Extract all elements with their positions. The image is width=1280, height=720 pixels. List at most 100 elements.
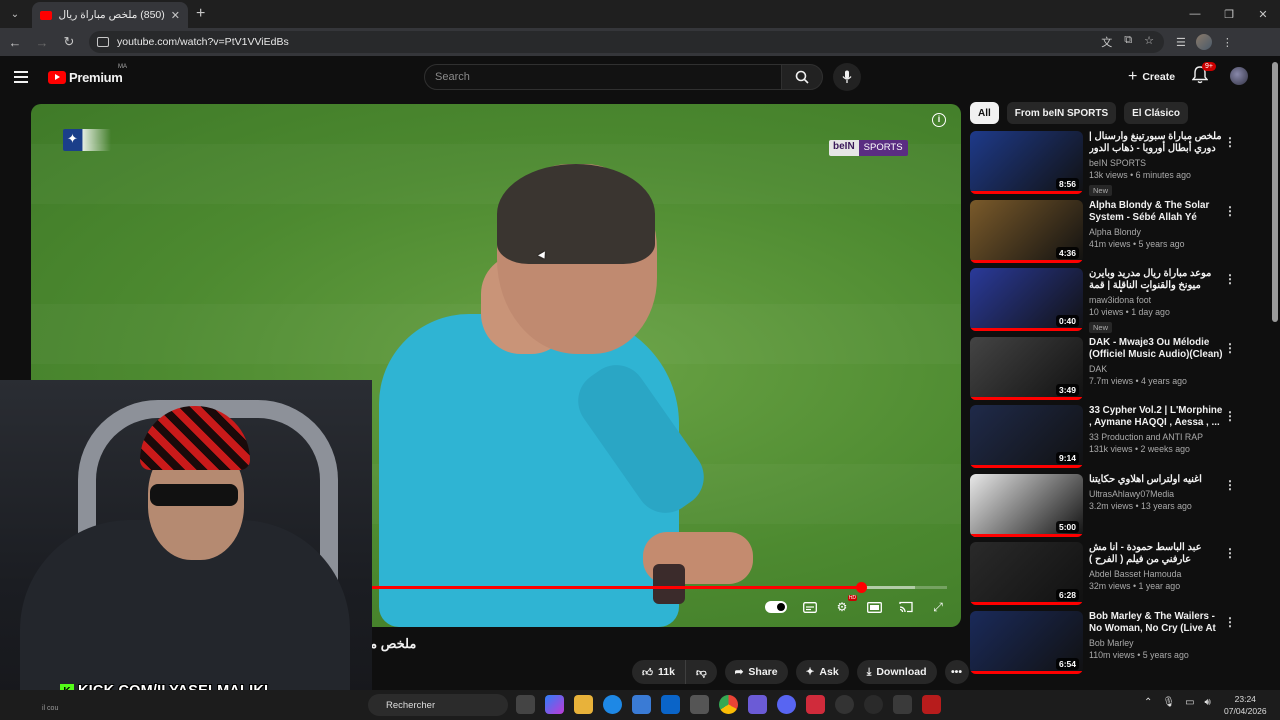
search-button[interactable] [781,64,823,90]
ask-button[interactable]: ✦ Ask [795,660,849,684]
settings-gear-icon[interactable]: ⚙ HD [833,595,857,616]
chip-from-bein-sports[interactable]: From beIN SPORTS [1006,102,1117,124]
address-bar[interactable]: youtube.com/watch?v=PtV1VViEdBs 文 ⧉ ☆ [89,31,1164,53]
video-title[interactable]: اغنيه اولتراس اهلاوي حكايتنا [1089,474,1224,486]
tab-list-button[interactable]: ⌄ [4,4,26,24]
channel-name[interactable]: Bob Marley [1089,638,1224,648]
bookmark-star-icon[interactable]: ☆ [1144,34,1154,50]
install-icon[interactable]: ⧉ [1124,34,1132,50]
outlook-icon[interactable] [661,695,680,714]
subtitles-icon[interactable] [801,598,819,616]
hamburger-menu-icon[interactable] [14,65,38,89]
page-scrollbar[interactable] [1272,62,1278,322]
like-button[interactable]: 👍︎ 11k [632,660,686,684]
cast-icon[interactable] [897,598,915,616]
video-title[interactable]: عبد الباسط حمودة - أنا مش عارفني من فيلم… [1089,542,1224,566]
discord-icon[interactable] [777,695,796,714]
more-vertical-icon[interactable]: ⋮ [1224,272,1236,286]
restore-button[interactable]: ❐ [1212,0,1246,28]
video-thumbnail[interactable]: 9:14 [970,405,1083,468]
copilot-icon[interactable] [545,695,564,714]
channel-name[interactable]: beIN SPORTS [1089,158,1224,168]
video-title[interactable]: 33 Cypher Vol.2 | L'Morphine , Aymane HA… [1089,405,1224,429]
account-avatar[interactable] [1230,67,1248,85]
more-vertical-icon[interactable]: ⋮ [1224,204,1236,218]
video-thumbnail[interactable]: 4:36 [970,199,1083,263]
task-view-icon[interactable] [516,695,535,714]
microphone-tray-icon[interactable]: 🎙︎ [1162,697,1175,708]
close-window-button[interactable]: ✕ [1246,0,1280,28]
channel-name[interactable]: Abdel Basset Hamouda [1089,569,1224,579]
gamepad-icon[interactable] [748,695,767,714]
video-thumbnail[interactable]: 8:56 [970,131,1083,194]
youtube-premium-logo[interactable]: Premium MA [48,64,127,85]
browser-tab-active[interactable]: (850) ملخص مباراة ريال مدريد و ✕ [32,2,188,28]
chrome-icon[interactable] [719,695,738,714]
more-vertical-icon[interactable]: ⋮ [1224,409,1236,423]
site-info-icon[interactable] [97,37,109,47]
volume-icon[interactable]: 🔊︎ [1205,697,1211,708]
chip-el-clasico[interactable]: El Clásico [1124,102,1188,124]
edge-icon[interactable] [603,695,622,714]
video-title[interactable]: ملخص مباراة سبورتينغ وأرسنال | دوري أبطا… [1089,131,1224,155]
app-icon[interactable] [690,695,709,714]
dislike-button[interactable]: 👎︎ [685,660,717,684]
notifications-button[interactable]: 9+ [1191,62,1216,86]
tray-chevron-icon[interactable]: ⌃ [1144,697,1152,708]
voice-search-button[interactable] [833,63,861,91]
info-icon[interactable]: i [932,113,946,127]
more-vertical-icon[interactable]: ⋮ [1224,341,1236,355]
search-box[interactable] [424,64,782,90]
channel-name[interactable]: 33 Production and ANTI RAP [1089,432,1224,442]
video-thumbnail[interactable]: 5:00 [970,473,1083,537]
video-title[interactable]: Alpha Blondy & The Solar System - Sébé A… [1089,200,1224,224]
video-thumbnail[interactable]: 6:28 [970,542,1083,605]
terminal-icon[interactable] [893,695,912,714]
taskbar-search[interactable]: Rechercher [368,694,508,716]
recording-app-icon[interactable] [922,695,941,714]
channel-name[interactable]: DAK [1089,364,1224,374]
translate-icon[interactable]: 文 [1101,34,1112,50]
reading-list-icon[interactable]: ☰ [1176,36,1186,49]
close-tab-icon[interactable]: ✕ [171,9,180,22]
theater-mode-icon[interactable] [865,598,883,616]
recommended-video[interactable]: 5:00 اغنيه اولتراس اهلاوي حكايتنا UltrasAh… [970,473,1250,543]
recommended-video[interactable]: 0:40 موعد مباراة ريال مدريد وبايرن ميونخ … [970,268,1250,337]
capture-icon[interactable] [864,695,883,714]
network-icon[interactable]: ▭ [1185,697,1194,708]
video-title[interactable]: Bob Marley & The Wailers - No Woman, No … [1089,611,1224,635]
url-text[interactable]: youtube.com/watch?v=PtV1VViEdBs [117,36,1101,48]
scrubber-handle[interactable] [856,582,868,593]
fullscreen-icon[interactable]: ⤢ [929,598,947,616]
download-button[interactable]: ⤓ Download [856,660,937,684]
more-vertical-icon[interactable]: ⋮ [1224,546,1236,560]
adobe-icon[interactable] [806,695,825,714]
profile-avatar[interactable] [1195,34,1212,50]
file-explorer-icon[interactable] [574,695,593,714]
more-vertical-icon[interactable]: ⋮ [1224,478,1236,492]
forward-button[interactable]: → [30,30,54,54]
reload-button[interactable]: ↻ [57,30,81,54]
more-actions-button[interactable]: ••• [944,660,969,684]
search-input[interactable] [435,71,781,83]
chrome-menu-icon[interactable]: ⋮ [1222,36,1233,49]
autoplay-toggle[interactable] [765,601,787,613]
recommended-video[interactable]: 8:56 ملخص مباراة سبورتينغ وأرسنال | دوري … [970,131,1250,200]
recommended-video[interactable]: 6:28 عبد الباسط حمودة - أنا مش عارفني من … [970,542,1250,611]
create-button[interactable]: + Create [1120,65,1183,89]
video-title[interactable]: DAK - Mwaje3 Ou Mélodie (Officiel Music … [1089,337,1224,361]
recommended-video[interactable]: 4:36 Alpha Blondy & The Solar System - Sé… [970,199,1250,269]
video-title[interactable]: موعد مباراة ريال مدريد وبايرن ميونخ والق… [1089,268,1224,292]
new-tab-button[interactable]: + [196,5,205,23]
store-icon[interactable] [632,695,651,714]
recommended-video[interactable]: 9:14 33 Cypher Vol.2 | L'Morphine , Ayman… [970,405,1250,474]
recommended-video[interactable]: 3:49 DAK - Mwaje3 Ou Mélodie (Officiel Mu… [970,336,1250,406]
video-thumbnail[interactable]: 6:54 [970,610,1083,674]
video-thumbnail[interactable]: 0:40 [970,268,1083,331]
share-button[interactable]: ➦ Share [724,660,788,684]
more-vertical-icon[interactable]: ⋮ [1224,135,1236,149]
obs-icon[interactable] [835,695,854,714]
channel-name[interactable]: maw3idona foot [1089,295,1224,305]
back-button[interactable]: ← [3,30,27,54]
recommended-video[interactable]: 6:54 Bob Marley & The Wailers - No Woman,… [970,610,1250,680]
